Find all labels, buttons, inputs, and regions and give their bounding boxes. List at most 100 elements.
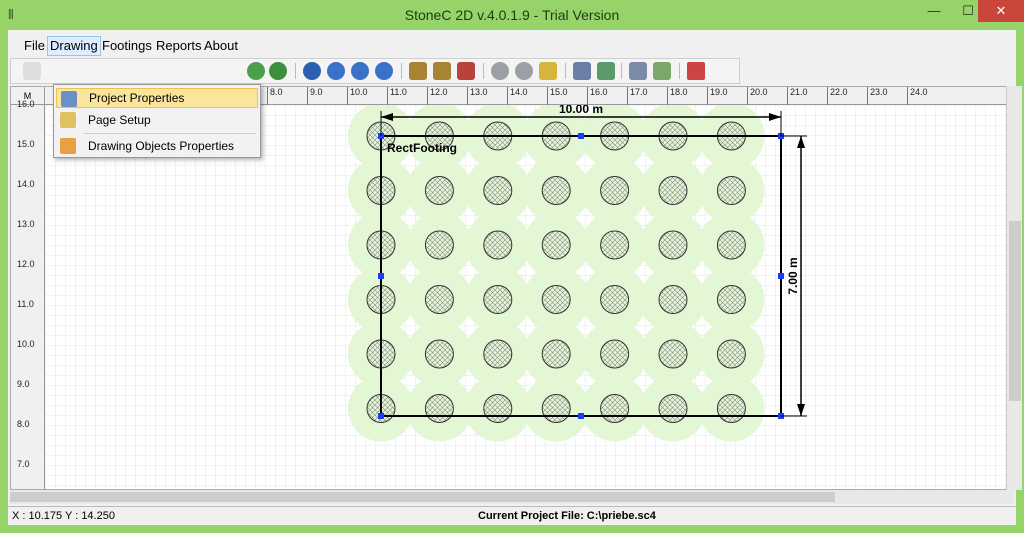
stone-column[interactable] xyxy=(541,339,571,369)
h-ruler-tick: 11.0 xyxy=(387,87,407,105)
chart-icon[interactable] xyxy=(687,62,705,80)
stone-column[interactable] xyxy=(658,285,688,314)
v-ruler-tick: 12.0 xyxy=(17,259,35,269)
vertical-scrollbar[interactable] xyxy=(1006,86,1022,490)
stone-column[interactable] xyxy=(483,176,513,205)
stone-column[interactable] xyxy=(541,285,571,314)
zoom-extents-icon[interactable] xyxy=(327,62,345,80)
stone-column[interactable] xyxy=(424,285,454,314)
close-button[interactable]: ✕ xyxy=(978,0,1024,22)
stone-column[interactable] xyxy=(483,285,513,314)
menu-about[interactable]: About xyxy=(202,36,240,56)
stone-column[interactable] xyxy=(600,394,630,423)
stone-column[interactable] xyxy=(483,394,513,423)
add-footing-icon[interactable] xyxy=(409,62,427,80)
stone-column[interactable] xyxy=(658,339,688,369)
edit-footing-icon[interactable] xyxy=(433,62,451,80)
v-ruler-tick: 8.0 xyxy=(17,419,30,429)
document-icon[interactable] xyxy=(629,62,647,80)
footing-label: RectFooting xyxy=(387,141,457,155)
stone-column[interactable] xyxy=(483,339,513,369)
stone-column[interactable] xyxy=(424,339,454,369)
zoom-window-icon[interactable] xyxy=(303,62,321,80)
objects-properties-icon xyxy=(60,138,76,154)
stone-column[interactable] xyxy=(716,176,746,205)
h-ruler-tick: 17.0 xyxy=(627,87,648,105)
selection-handle[interactable] xyxy=(378,273,384,279)
stone-column[interactable] xyxy=(424,230,454,260)
menu-bar: File Drawing Footings Reports About xyxy=(8,34,1016,56)
checklist-icon[interactable] xyxy=(597,62,615,80)
width-dimension-label: 10.00 m xyxy=(559,105,603,116)
h-ruler-tick: 21.0 xyxy=(787,87,808,105)
export-icon[interactable] xyxy=(653,62,671,80)
stone-column[interactable] xyxy=(600,230,630,260)
selection-handle[interactable] xyxy=(378,413,384,419)
v-ruler-tick: 16.0 xyxy=(17,99,35,109)
h-ruler-tick: 24.0 xyxy=(907,87,928,105)
zoom-out-icon[interactable] xyxy=(375,62,393,80)
vertical-scroll-thumb[interactable] xyxy=(1009,221,1021,401)
stone-column[interactable] xyxy=(600,176,630,205)
page-setup-icon xyxy=(60,112,76,128)
stone-column[interactable] xyxy=(716,285,746,314)
v-ruler-tick: 10.0 xyxy=(17,339,35,349)
stone-column[interactable] xyxy=(716,394,746,423)
vertical-ruler: 16.0 15.0 14.0 13.0 12.0 11.0 10.0 9.0 8.0 7.0 xyxy=(11,99,45,489)
app-window: ⦀ StoneC 2D v.4.0.1.9 - Trial Version — … xyxy=(0,0,1024,533)
refresh-icon[interactable] xyxy=(269,62,287,80)
redo-icon[interactable] xyxy=(247,62,265,80)
horizontal-scroll-thumb[interactable] xyxy=(10,492,835,502)
stone-column[interactable] xyxy=(424,394,454,423)
h-ruler-tick: 19.0 xyxy=(707,87,728,105)
v-ruler-tick: 14.0 xyxy=(17,179,35,189)
stone-column[interactable] xyxy=(658,176,688,205)
stone-column[interactable] xyxy=(541,394,571,423)
h-ruler-tick: 20.0 xyxy=(747,87,768,105)
stone-column[interactable] xyxy=(600,339,630,369)
selection-handle[interactable] xyxy=(578,133,584,139)
h-ruler-tick: 9.0 xyxy=(307,87,323,105)
zoom-in-icon[interactable] xyxy=(351,62,369,80)
menu-footings[interactable]: Footings xyxy=(100,36,154,56)
menu-item-drawing-objects-properties[interactable]: Drawing Objects Properties xyxy=(56,136,258,156)
stone-column[interactable] xyxy=(424,176,454,205)
stone-column[interactable] xyxy=(600,285,630,314)
selection-handle[interactable] xyxy=(578,413,584,419)
new-file-icon[interactable] xyxy=(23,62,41,80)
stone-column[interactable] xyxy=(541,176,571,205)
stone-column[interactable] xyxy=(541,230,571,260)
settings-icon[interactable] xyxy=(491,62,509,80)
h-ruler-tick: 12.0 xyxy=(427,87,448,105)
v-ruler-tick: 7.0 xyxy=(17,459,30,469)
title-bar: ⦀ StoneC 2D v.4.0.1.9 - Trial Version — … xyxy=(0,0,1024,30)
drawing-menu-dropdown: Project Properties Page Setup Drawing Ob… xyxy=(53,84,261,158)
calculate-icon[interactable] xyxy=(515,62,533,80)
delete-footing-icon[interactable] xyxy=(457,62,475,80)
stone-column[interactable] xyxy=(716,230,746,260)
client-area: File Drawing Footings Reports About M 8.… xyxy=(8,30,1022,525)
minimize-button[interactable]: — xyxy=(917,0,951,22)
footing-drawing[interactable]: RectFooting 10.00 m 7.00 m xyxy=(45,105,1007,489)
horizontal-scrollbar[interactable] xyxy=(10,490,1014,504)
v-ruler-tick: 15.0 xyxy=(17,139,35,149)
project-file-status: Current Project File: C:\priebe.sc4 xyxy=(478,510,656,522)
grid-icon[interactable] xyxy=(539,62,557,80)
menu-file[interactable]: File xyxy=(22,36,47,56)
toolbar xyxy=(10,58,740,84)
h-ruler-tick: 18.0 xyxy=(667,87,688,105)
stone-column[interactable] xyxy=(658,230,688,260)
stone-column[interactable] xyxy=(716,339,746,369)
properties-icon xyxy=(61,91,77,107)
selection-handle[interactable] xyxy=(778,273,784,279)
menu-item-page-setup[interactable]: Page Setup xyxy=(56,110,258,130)
report-icon[interactable] xyxy=(573,62,591,80)
stone-column[interactable] xyxy=(483,230,513,260)
menu-drawing[interactable]: Drawing xyxy=(47,36,101,56)
menu-item-project-properties[interactable]: Project Properties xyxy=(56,88,258,108)
stone-column[interactable] xyxy=(658,394,688,423)
h-ruler-tick: 23.0 xyxy=(867,87,888,105)
menu-reports[interactable]: Reports xyxy=(154,36,204,56)
h-ruler-tick: 13.0 xyxy=(467,87,488,105)
height-dimension-label: 7.00 m xyxy=(786,257,800,294)
